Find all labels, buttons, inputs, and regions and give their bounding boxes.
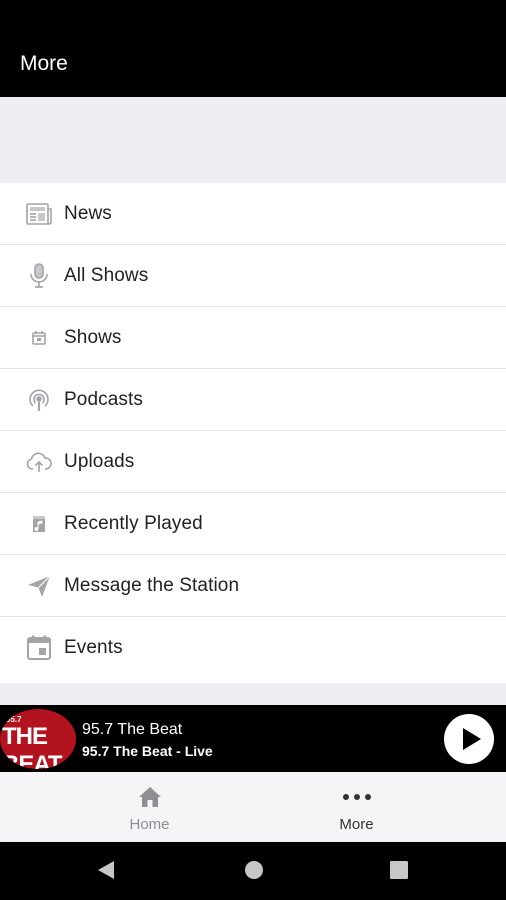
calendar-small-icon: [24, 323, 54, 353]
menu-item-label: Recently Played: [64, 512, 203, 534]
newspaper-icon: [24, 199, 54, 229]
more-menu-list: News All Shows Shows Podcasts Uploads Re…: [0, 183, 506, 683]
menu-item-label: News: [64, 202, 112, 224]
calendar-icon: [24, 633, 54, 663]
header-spacer: [0, 97, 506, 183]
menu-item-events[interactable]: Events: [0, 617, 506, 679]
page-title: More: [20, 52, 68, 75]
menu-item-label: Podcasts: [64, 388, 143, 410]
menu-item-label: All Shows: [64, 264, 149, 286]
podcast-icon: [24, 385, 54, 415]
cloud-upload-icon: [24, 447, 54, 477]
microphone-icon: [24, 261, 54, 291]
nav-tab-more[interactable]: More: [230, 772, 483, 842]
menu-item-shows[interactable]: Shows: [0, 307, 506, 369]
bottom-navigation: Home More: [0, 772, 506, 842]
play-button[interactable]: [444, 714, 494, 764]
home-icon: [135, 784, 165, 810]
station-logo: 95.7 THE BEAT: [0, 709, 76, 769]
home-circle-icon[interactable]: [243, 859, 265, 881]
menu-item-all-shows[interactable]: All Shows: [0, 245, 506, 307]
menu-item-recently-played[interactable]: Recently Played: [0, 493, 506, 555]
menu-item-label: Message the Station: [64, 574, 240, 596]
menu-item-podcasts[interactable]: Podcasts: [0, 369, 506, 431]
menu-item-label: Uploads: [64, 450, 135, 472]
logo-text: THE BEAT: [2, 723, 63, 769]
menu-item-uploads[interactable]: Uploads: [0, 431, 506, 493]
app-bar: More: [0, 0, 506, 97]
menu-item-label: Events: [64, 637, 123, 658]
music-note-icon: [24, 509, 54, 539]
send-icon: [24, 571, 54, 601]
system-navigation-bar: [0, 842, 506, 900]
player-title: 95.7 The Beat: [82, 721, 183, 738]
menu-item-news[interactable]: News: [0, 183, 506, 245]
back-icon[interactable]: [96, 859, 116, 881]
play-icon: [463, 728, 481, 750]
more-horizontal-icon: [342, 784, 372, 810]
recents-icon[interactable]: [389, 859, 409, 881]
nav-label-more: More: [339, 816, 374, 833]
menu-item-label: Shows: [64, 326, 122, 348]
menu-item-message-the-station[interactable]: Message the Station: [0, 555, 506, 617]
mini-player[interactable]: 95.7 THE BEAT 95.7 The Beat 95.7 The Bea…: [0, 705, 506, 772]
player-subtitle: 95.7 The Beat - Live: [82, 743, 213, 759]
